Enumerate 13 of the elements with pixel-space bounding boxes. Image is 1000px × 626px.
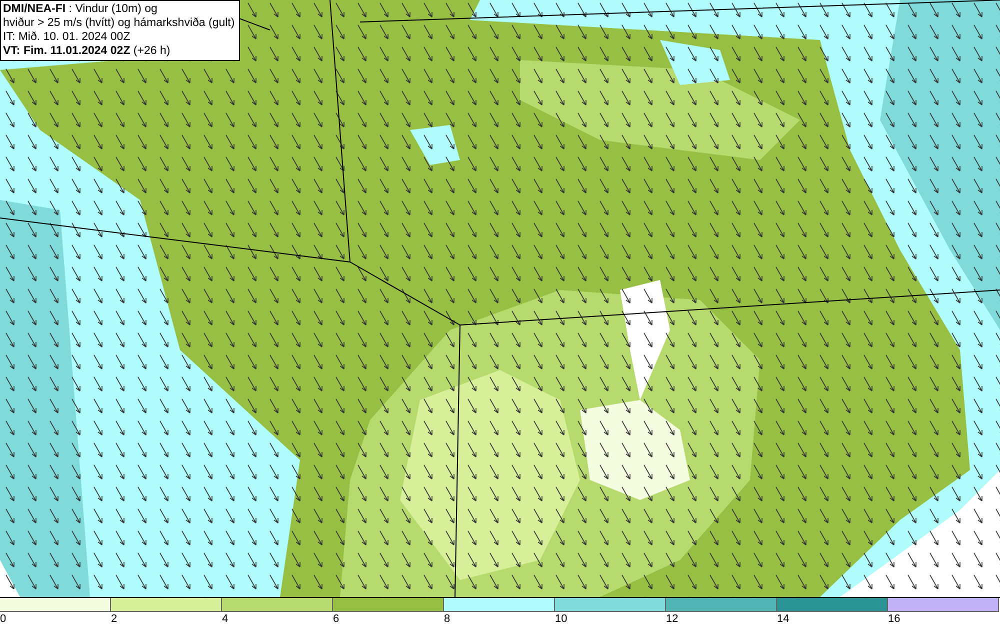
- legend-label: 16: [888, 612, 900, 626]
- info-text: DMI/NEA-FI : Vindur (10m) og: [3, 2, 158, 16]
- legend-label: 6: [333, 612, 340, 626]
- legend-label: 4: [222, 612, 228, 626]
- info-text: IT: Mið. 10. 01. 2024 00Z: [3, 30, 132, 44]
- info-text: hviður > 25 m/s (hvítt) og hámarkshviða (gult): [3, 16, 235, 30]
- legend-label: 2: [111, 612, 118, 626]
- legend-label: 10: [555, 612, 568, 626]
- legend-label: 14: [777, 612, 790, 626]
- info-text: VT: Fim. 11.01.2024 02Z (+26 h): [3, 44, 172, 58]
- legend-label: 0: [0, 612, 6, 626]
- legend-label: 8: [444, 612, 450, 626]
- legend-label: 12: [666, 612, 678, 626]
